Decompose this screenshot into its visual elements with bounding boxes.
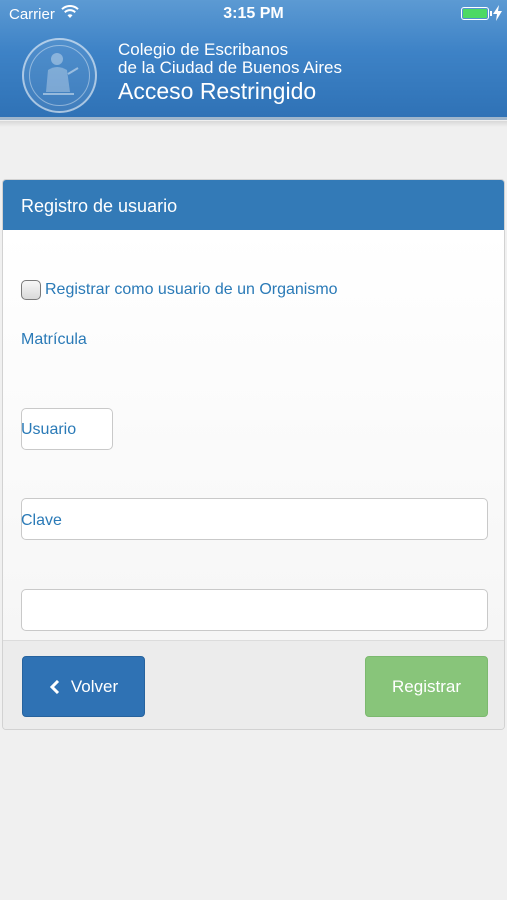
header-shadow [0, 121, 507, 127]
panel-heading: Registro de usuario [3, 180, 504, 230]
matricula-label: Matrícula [21, 331, 87, 348]
page-title: Acceso Restringido [118, 78, 317, 104]
app-header: Carrier 3:15 PM Colegio de Escribanos de… [0, 0, 507, 120]
back-button-label: Volver [70, 676, 119, 696]
register-button[interactable]: Registrar [365, 656, 488, 717]
battery-tip [490, 11, 492, 16]
status-bar: Carrier 3:15 PM [0, 0, 507, 28]
usuario-label: Usuario [21, 421, 77, 438]
clave-label: Clave [21, 512, 62, 529]
clock: 3:15 PM [223, 5, 284, 22]
institution-name-line1: Colegio de Escribanos [118, 40, 289, 59]
organismo-checkbox-label[interactable]: Registrar como usuario de un Organismo [45, 281, 338, 299]
panel-body: Registrar como usuario de un Organismo M… [3, 230, 504, 640]
register-button-label: Registrar [392, 676, 461, 696]
clave-input[interactable] [21, 589, 488, 631]
battery-icon [461, 7, 489, 20]
panel-footer: Volver Registrar [3, 640, 504, 729]
organismo-checkbox[interactable] [21, 280, 41, 300]
back-button[interactable]: Volver [22, 656, 145, 717]
usuario-input[interactable] [21, 498, 488, 540]
logo-icon [22, 38, 97, 113]
charging-bolt-icon [493, 5, 502, 21]
institution-name-line2: de la Ciudad de Buenos Aires [118, 58, 342, 77]
registration-panel: Registro de usuario Registrar como usuar… [2, 179, 505, 730]
chevron-left-icon [49, 679, 59, 694]
